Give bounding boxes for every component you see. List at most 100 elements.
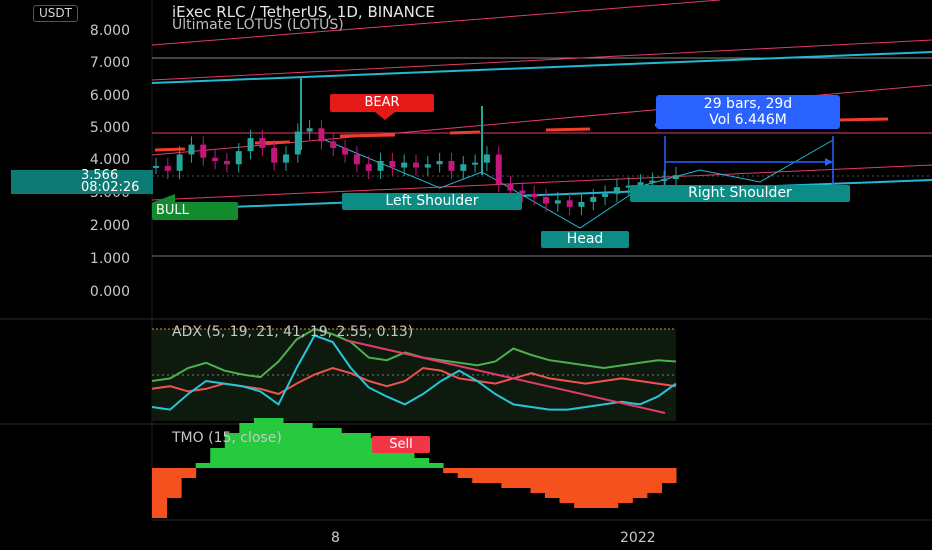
tmo-label: TMO (15, close) (172, 430, 282, 446)
tmo-bar (530, 468, 546, 493)
candle-body (353, 154, 360, 165)
candle-body (259, 138, 266, 148)
candle-body (448, 161, 455, 171)
head-label: Head (541, 231, 629, 248)
candle-body (153, 165, 159, 168)
tmo-bar (559, 468, 575, 503)
tmo-bar (515, 468, 531, 488)
candle-body (235, 151, 242, 165)
candle-body (424, 164, 431, 168)
tmo-bar (195, 463, 211, 468)
bear-marker (375, 112, 395, 120)
candle-body (436, 161, 443, 165)
sell-signal-label: Sell (372, 436, 430, 453)
candle-body (200, 144, 207, 158)
resistance-dash (154, 147, 186, 152)
currency-selector[interactable]: USDT (33, 5, 78, 22)
candle-body (176, 154, 183, 171)
candle-body (673, 175, 679, 180)
candle-body (613, 187, 620, 194)
candle-body (283, 154, 289, 163)
tmo-bar (603, 468, 619, 508)
range-bars-text: 29 bars, 29d (703, 96, 793, 112)
tmo-bar (443, 468, 459, 473)
y-tick: 5.000 (89, 120, 130, 136)
tmo-bar (661, 468, 677, 483)
tmo-bar (632, 468, 648, 498)
y-tick: 4.000 (89, 152, 130, 168)
candle-body (271, 147, 278, 163)
candle-body (578, 201, 585, 207)
candle-body (401, 162, 408, 168)
tmo-bar (545, 468, 561, 498)
tmo-bar (414, 458, 430, 468)
tmo-bar (152, 468, 168, 518)
range-volume-text: Vol 6.446M (709, 112, 787, 128)
candle-body (164, 165, 171, 171)
adx-label: ADX (5, 19, 21, 41, 19, 2.55, 0.13) (172, 324, 414, 340)
trendline (151, 39, 932, 81)
bull-marker (154, 194, 175, 202)
range-measure-box: 29 bars, 29d Vol 6.446M (656, 95, 840, 129)
candle-body (472, 162, 479, 165)
resistance-dash (339, 133, 396, 138)
candle-body (188, 144, 195, 155)
tmo-bar (617, 468, 633, 503)
candle-body (602, 193, 609, 198)
adx-pane (151, 327, 677, 421)
y-tick: 6.000 (89, 88, 130, 104)
candle-body (554, 200, 561, 204)
tmo-bar (501, 468, 517, 488)
candle-body (294, 131, 301, 155)
candle-body (223, 161, 230, 165)
candle-body (212, 157, 219, 161)
candle-body (590, 197, 597, 202)
tmo-bar (457, 468, 473, 478)
tmo-bar (486, 468, 502, 483)
candle-body (330, 141, 337, 148)
right-shoulder-label: Right Shoulder (630, 185, 850, 202)
candle-body (342, 147, 349, 155)
last-price-tag: 3.566 08:02:26 (11, 169, 153, 195)
indicator-title: Ultimate LOTUS (LOTUS) (172, 17, 344, 33)
bar-countdown: 08:02:26 (81, 180, 140, 195)
channel-upper (151, 51, 932, 84)
bear-label: BEAR (330, 94, 434, 112)
y-tick: 7.000 (89, 55, 130, 71)
tmo-bar (283, 423, 299, 468)
candle-body (649, 180, 656, 183)
candle-body (413, 162, 419, 168)
candle-body (483, 154, 490, 163)
tmo-bar (428, 463, 444, 468)
candle-body (377, 161, 384, 171)
candle-body (318, 128, 325, 142)
tmo-bar (588, 468, 604, 508)
tmo-bar (574, 468, 590, 508)
tmo-bar (181, 468, 197, 478)
candle-body (247, 138, 254, 152)
tmo-bar (646, 468, 662, 493)
candle-body (460, 164, 467, 171)
left-shoulder-label: Left Shoulder (342, 193, 522, 210)
tmo-bar (312, 428, 328, 468)
candle-body (543, 197, 549, 204)
tmo-bar (326, 428, 342, 468)
grid-lines (0, 0, 932, 521)
candle-body (365, 164, 372, 171)
price-chart[interactable] (0, 0, 932, 550)
tmo-bar (166, 468, 182, 498)
candle-body (531, 193, 538, 198)
tmo-bar (297, 423, 313, 468)
candle-body (495, 154, 502, 184)
tmo-bar (210, 448, 226, 468)
candle-body (389, 161, 396, 168)
y-tick: 2.000 (89, 218, 130, 234)
resistance-dash (545, 127, 591, 132)
y-tick: 8.000 (89, 23, 130, 39)
pattern-outline (324, 139, 834, 229)
range-arrowhead (825, 158, 833, 166)
candle-body (566, 200, 573, 207)
bull-label: BULL (152, 202, 238, 220)
resistance-dash (449, 130, 481, 135)
x-tick: 2022 (620, 530, 656, 546)
